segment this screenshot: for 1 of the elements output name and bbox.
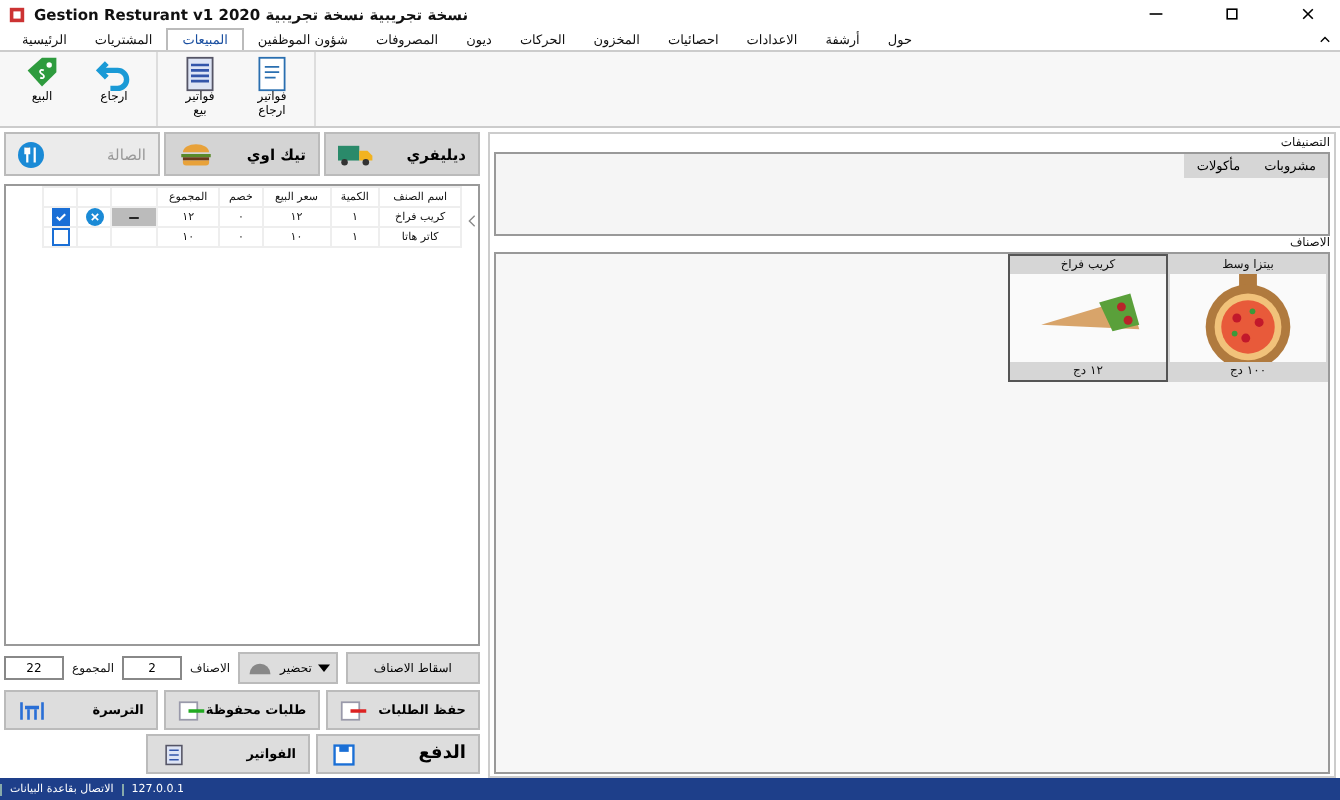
action-button[interactable]: الدفع xyxy=(316,734,480,774)
